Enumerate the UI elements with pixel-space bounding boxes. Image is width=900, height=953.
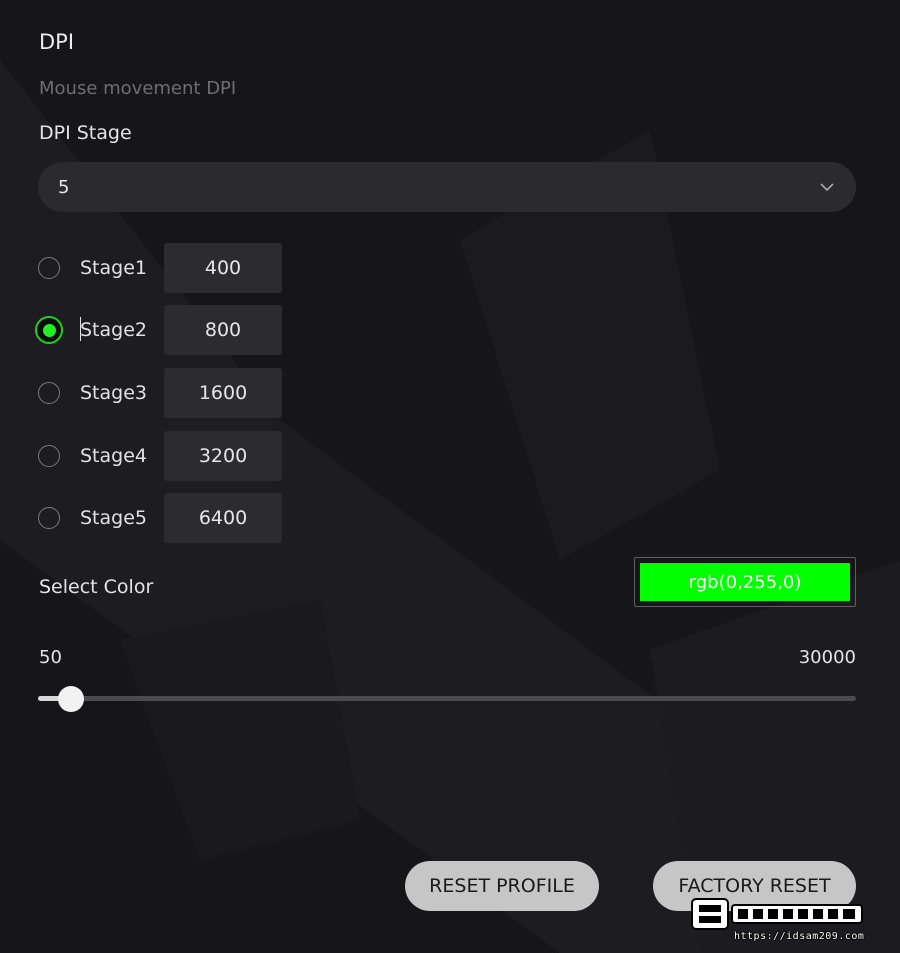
stage2-label: Stage2 xyxy=(80,317,162,341)
stage-row-3: Stage3 1600 xyxy=(38,368,282,418)
color-picker[interactable]: rgb(0,255,0) xyxy=(634,557,856,607)
dpi-stage-dropdown[interactable]: 5 xyxy=(38,162,856,212)
stage3-value-input[interactable]: 1600 xyxy=(164,368,282,418)
stage5-radio[interactable] xyxy=(38,507,60,529)
section-title: DPI xyxy=(39,30,75,54)
stage2-value-input[interactable]: 800 xyxy=(164,305,282,355)
select-color-label: Select Color xyxy=(39,576,154,598)
stage1-label: Stage1 xyxy=(80,257,147,279)
stage1-value-input[interactable]: 400 xyxy=(164,243,282,293)
stage4-label: Stage4 xyxy=(80,445,147,467)
watermark-logo xyxy=(691,898,863,930)
color-swatch: rgb(0,255,0) xyxy=(640,563,850,601)
dpi-slider-thumb[interactable] xyxy=(58,686,84,712)
stage5-label: Stage5 xyxy=(80,507,147,529)
stage-row-5: Stage5 6400 xyxy=(38,493,282,543)
stage4-value-input[interactable]: 3200 xyxy=(164,431,282,481)
stage3-label: Stage3 xyxy=(80,382,147,404)
stage3-radio[interactable] xyxy=(38,382,60,404)
radio-selected-dot xyxy=(42,323,56,337)
dpi-range-max: 30000 xyxy=(798,647,856,668)
dpi-range-min: 50 xyxy=(39,647,62,668)
stage5-value-input[interactable]: 6400 xyxy=(164,493,282,543)
reset-profile-button[interactable]: RESET PROFILE xyxy=(405,861,599,911)
dpi-stage-selected-value: 5 xyxy=(58,176,70,198)
watermark: https://idsam209.com xyxy=(690,895,875,947)
stage-row-1: Stage1 400 xyxy=(38,243,282,293)
dpi-slider-track[interactable] xyxy=(38,696,856,701)
stage4-radio[interactable] xyxy=(38,445,60,467)
dpi-stage-label: DPI Stage xyxy=(39,122,132,144)
watermark-url: https://idsam209.com xyxy=(734,931,865,942)
chevron-down-icon xyxy=(820,183,834,192)
section-subtitle: Mouse movement DPI xyxy=(39,78,237,99)
stage-row-2: Stage2 800 xyxy=(35,305,282,355)
stage-row-4: Stage4 3200 xyxy=(38,431,282,481)
stage2-radio[interactable] xyxy=(35,316,63,344)
stage1-radio[interactable] xyxy=(38,257,60,279)
